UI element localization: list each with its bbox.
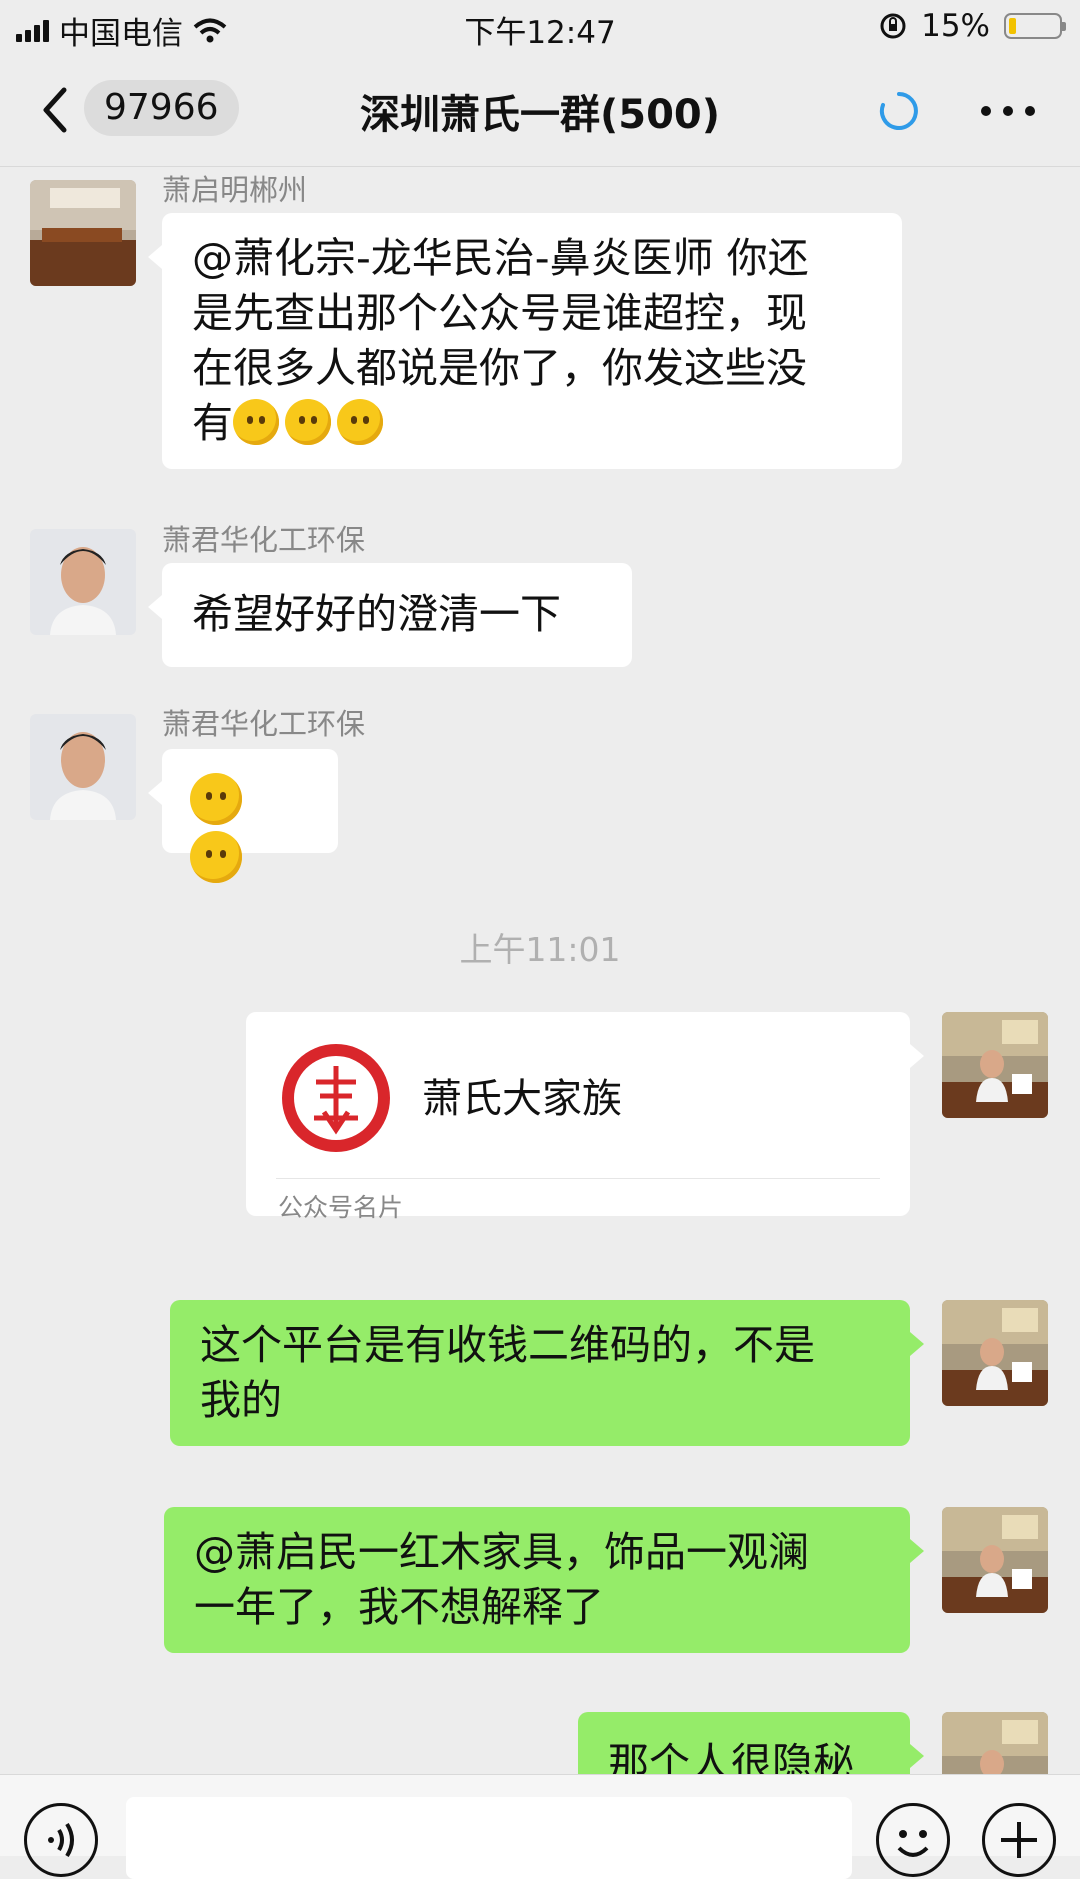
message-bubble[interactable]: @萧启民一红木家具，饰品一观澜 一年了，我不想解释了 xyxy=(164,1507,924,1653)
plus-more-icon[interactable] xyxy=(982,1803,1056,1877)
chat-header: 97966 深圳萧氏一群(500) xyxy=(0,54,1080,167)
message-line-with-emojis: 有 xyxy=(192,396,872,451)
message-bubble[interactable]: @萧化宗-龙华民治-鼻炎医师 你还 是先查出那个公众号是谁超控，现 在很多人都说… xyxy=(148,213,902,469)
sender-name: 萧君华化工环保 xyxy=(162,707,366,741)
message-bubble[interactable]: 这个平台是有收钱二维码的，不是 我的 xyxy=(170,1300,924,1446)
thinking-face-icon xyxy=(337,399,383,445)
battery-icon xyxy=(1004,13,1066,39)
avatar[interactable] xyxy=(942,1012,1048,1118)
official-account-card[interactable]: 萧氏大家族 公众号名片 xyxy=(246,1012,924,1222)
message-bubble[interactable]: 那个人很隐秘 xyxy=(578,1712,924,1774)
chat-title: 深圳萧氏一群(500) xyxy=(359,92,721,138)
grinning-face-icon xyxy=(190,773,242,825)
message-line: 一年了，我不想解释了 xyxy=(194,1583,604,1631)
status-bar: 中国电信 下午12:47 15% xyxy=(0,0,1080,54)
message-line: 这个平台是有收钱二维码的，不是 xyxy=(200,1321,815,1369)
card-divider xyxy=(276,1178,880,1179)
message-list[interactable]: 萧启明郴州 @萧化宗-龙华民治-鼻炎医师 你还 是先查出那个公众号是谁超控，现 … xyxy=(0,167,1080,1774)
message-line: 有 xyxy=(192,399,233,447)
avatar[interactable] xyxy=(30,529,136,635)
emoji-sticker-icon[interactable] xyxy=(876,1803,950,1877)
account-logo-icon xyxy=(282,1044,390,1152)
message-input[interactable] xyxy=(126,1797,852,1879)
thinking-face-icon xyxy=(285,399,331,445)
avatar[interactable] xyxy=(942,1507,1048,1613)
message-line: 那个人很隐秘 xyxy=(608,1739,854,1774)
message-line: @萧启民一红木家具，饰品一观澜 xyxy=(194,1528,809,1576)
avatar[interactable] xyxy=(942,1300,1048,1406)
loading-spinner-icon xyxy=(879,92,918,130)
more-options-icon[interactable] xyxy=(978,104,1038,118)
avatar[interactable] xyxy=(30,180,136,286)
card-footer: 公众号名片 xyxy=(278,1193,404,1222)
sender-name: 萧君华化工环保 xyxy=(162,523,366,557)
back-icon[interactable] xyxy=(30,80,80,140)
unread-count-badge[interactable]: 97966 xyxy=(84,80,239,136)
avatar[interactable] xyxy=(942,1712,1048,1774)
orientation-lock-icon xyxy=(880,13,906,39)
voice-input-icon[interactable] xyxy=(24,1803,98,1877)
smirking-face-icon xyxy=(190,831,242,883)
message-line: 我的 xyxy=(200,1376,282,1424)
message-text: 希望好好的澄清一下 xyxy=(192,590,561,638)
message-line: 在很多人都说是你了，你发这些没 xyxy=(192,344,807,392)
time-separator: 上午11:01 xyxy=(459,930,621,969)
battery-percent: 15% xyxy=(921,8,990,44)
thinking-face-icon xyxy=(233,399,279,445)
message-bubble[interactable]: 希望好好的澄清一下 xyxy=(148,563,632,667)
message-bubble[interactable] xyxy=(148,749,338,883)
battery-fill xyxy=(1009,18,1016,34)
status-right: 15% xyxy=(879,8,1066,44)
message-line: 是先查出那个公众号是谁超控，现 xyxy=(192,289,807,337)
sender-name: 萧启明郴州 xyxy=(162,173,308,207)
card-title: 萧氏大家族 xyxy=(422,1076,622,1122)
avatar[interactable] xyxy=(30,714,136,820)
message-line: @萧化宗-龙华民治-鼻炎医师 你还 xyxy=(192,234,809,282)
input-bar xyxy=(0,1774,1080,1879)
